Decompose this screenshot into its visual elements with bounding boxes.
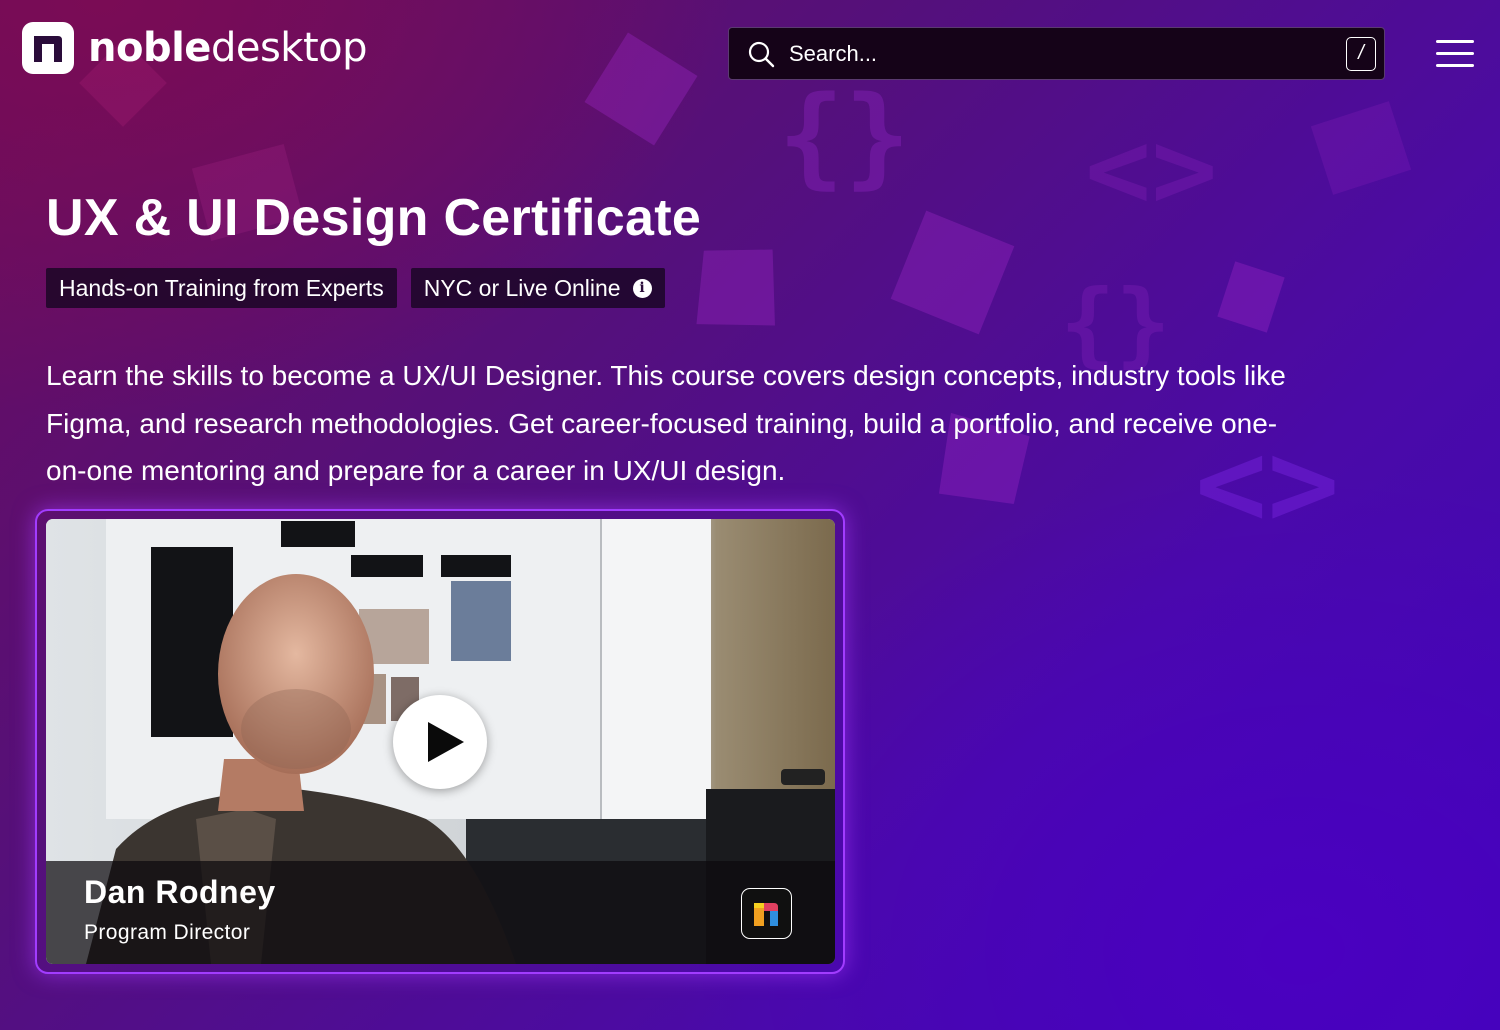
play-button[interactable] — [393, 695, 487, 789]
brand-logo[interactable]: nobledesktop — [22, 22, 368, 74]
info-icon[interactable]: i — [632, 278, 652, 298]
video-player[interactable]: Dan Rodney Program Director — [46, 519, 835, 964]
play-icon — [428, 722, 464, 762]
deco-angle-brackets: <> — [1085, 105, 1218, 233]
brand-wordmark: nobledesktop — [88, 22, 368, 74]
noble-desktop-logo-icon — [22, 22, 74, 74]
tag-label: NYC or Live Online — [423, 274, 621, 301]
noble-desktop-badge-icon — [741, 888, 792, 939]
course-description: Learn the skills to become a UX/UI Desig… — [46, 360, 1286, 486]
search-shortcut-key: / — [1346, 36, 1376, 71]
tag-label: Hands-on Training from Experts — [59, 274, 384, 301]
site-header: nobledesktop / — [0, 0, 1500, 110]
page-title: UX & UI Design Certificate — [46, 189, 702, 247]
search-box[interactable]: / — [728, 27, 1385, 80]
search-icon — [748, 41, 775, 67]
deco-shape — [890, 210, 1015, 335]
hamburger-menu-icon[interactable] — [1436, 40, 1474, 68]
tag-location: NYC or Live Online i — [410, 268, 665, 308]
course-tags: Hands-on Training from Experts NYC or Li… — [46, 268, 665, 308]
brand-name-bold: noble — [88, 25, 211, 71]
brand-name-light: desktop — [210, 25, 368, 71]
presenter-name: Dan Rodney — [84, 874, 276, 910]
deco-shape — [1217, 261, 1285, 333]
tag-training: Hands-on Training from Experts — [46, 268, 397, 308]
deco-shape — [682, 237, 788, 342]
deco-shape — [1310, 101, 1412, 195]
presenter-role: Program Director — [84, 921, 251, 944]
search-input[interactable] — [787, 39, 1346, 68]
